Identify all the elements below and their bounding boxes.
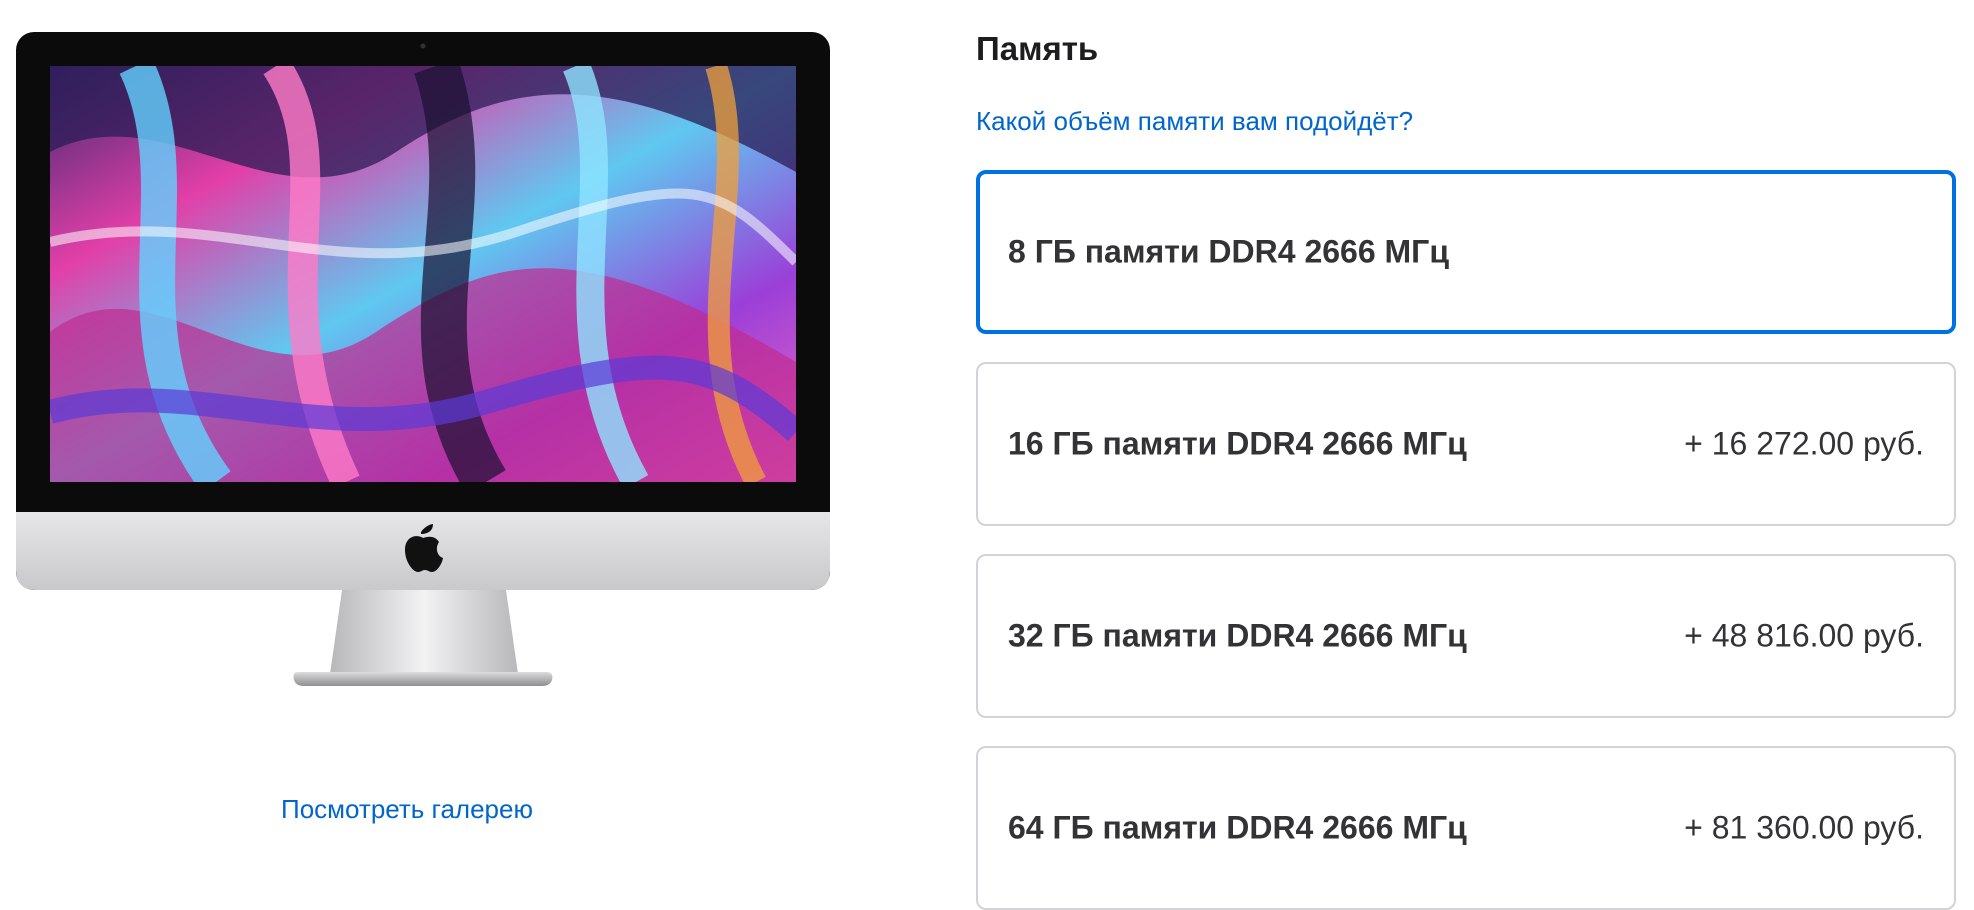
imac-image [16,32,830,686]
memory-option-label: 8 ГБ памяти DDR4 2666 МГц [1008,233,1449,270]
memory-option-64gb[interactable]: 64 ГБ памяти DDR4 2666 МГц + 81 360.00 р… [976,746,1956,910]
product-visual: Посмотреть галерею [16,32,830,824]
memory-option-label: 64 ГБ памяти DDR4 2666 МГц [1008,809,1467,846]
memory-option-16gb[interactable]: 16 ГБ памяти DDR4 2666 МГц + 16 272.00 р… [976,362,1956,526]
memory-option-8gb[interactable]: 8 ГБ памяти DDR4 2666 МГц [976,170,1956,334]
memory-option-label: 16 ГБ памяти DDR4 2666 МГц [1008,425,1467,462]
memory-title: Память [976,30,1099,67]
memory-option-price: + 48 816.00 руб. [1684,617,1924,654]
view-gallery-link[interactable]: Посмотреть галерею [281,794,533,825]
memory-section: Память Какой объём памяти вам подойдёт? … [976,26,1956,910]
memory-option-32gb[interactable]: 32 ГБ памяти DDR4 2666 МГц + 48 816.00 р… [976,554,1956,718]
memory-help-link[interactable]: Какой объём памяти вам подойдёт? [976,106,1413,136]
page: Посмотреть галерею Память Какой объём па… [0,0,1974,910]
memory-option-price: + 16 272.00 руб. [1684,425,1924,462]
memory-option-label: 32 ГБ памяти DDR4 2666 МГц [1008,617,1467,654]
memory-option-price: + 81 360.00 руб. [1684,809,1924,846]
